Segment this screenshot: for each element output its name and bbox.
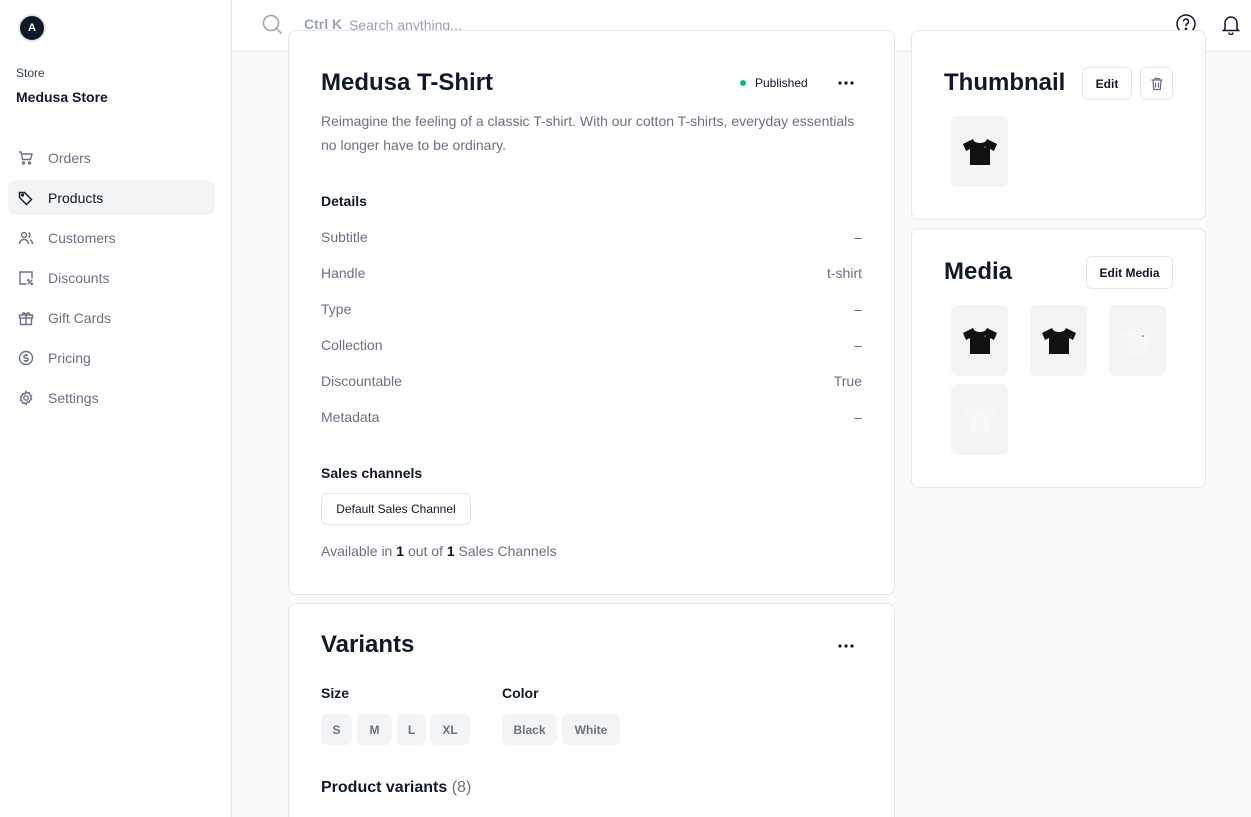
details-title: Details [321, 193, 367, 209]
detail-value: – [854, 301, 862, 317]
product-variants-heading: Product variants (8) [321, 779, 471, 797]
more-actions-button[interactable] [834, 71, 858, 95]
detail-label: Metadata [321, 409, 380, 425]
availability-middle: out of [407, 543, 443, 559]
availability-total: 1 [446, 543, 455, 559]
bell-icon[interactable] [1220, 13, 1242, 35]
availability-prefix: Available in [321, 543, 393, 559]
color-value-black: Black [502, 714, 557, 745]
sidebar-item-label: Discounts [48, 269, 110, 286]
thumbnail-image [951, 116, 1008, 187]
media-image-3[interactable] [1109, 305, 1166, 376]
variants-more-button[interactable] [834, 634, 858, 658]
trash-icon [1151, 77, 1162, 90]
detail-row-discountable: Discountable True [321, 373, 862, 389]
tshirt-black-image [1041, 327, 1076, 354]
detail-value: True [833, 373, 862, 389]
sidebar-item-label: Settings [48, 389, 99, 406]
variants-title: Variants [321, 631, 415, 658]
media-image-2[interactable] [1030, 305, 1087, 376]
color-option-label: Color [502, 685, 539, 701]
status-dot [740, 80, 746, 86]
media-image-1[interactable] [951, 305, 1008, 376]
tag-icon [18, 191, 33, 205]
detail-row-type: Type – [321, 301, 862, 317]
more-horizontal-icon [838, 644, 854, 648]
tshirt-black-image [962, 138, 997, 165]
size-value-xl: XL [430, 714, 470, 745]
tshirt-white-image [1120, 327, 1155, 354]
detail-value: – [854, 229, 862, 245]
status-label: Published [755, 76, 808, 90]
gear-icon [19, 389, 33, 406]
detail-label: Discountable [321, 373, 402, 389]
sidebar-item-gift-cards[interactable]: Gift Cards [8, 300, 215, 335]
sidebar-item-label: Gift Cards [48, 309, 112, 326]
delete-thumbnail-button[interactable] [1140, 67, 1173, 100]
cart-icon [19, 150, 33, 165]
pricing-icon [18, 350, 34, 365]
sidebar-nav: Orders Products Customers Discounts Gift… [8, 140, 215, 420]
detail-value: t-shirt [827, 265, 862, 281]
size-value-l: L [397, 714, 426, 745]
product-description: Reimagine the feeling of a classic T-shi… [321, 113, 855, 153]
availability-suffix: Sales Channels [458, 543, 557, 559]
tshirt-black-image [962, 327, 997, 354]
edit-media-button[interactable]: Edit Media [1086, 256, 1173, 289]
size-value-s: S [321, 714, 352, 745]
sales-channels-availability: Available in 1 out of 1 Sales Channels [321, 543, 557, 559]
sidebar: A Store Medusa Store Orders Products Cus… [0, 0, 232, 817]
thumbnail-card: Thumbnail Edit [911, 30, 1206, 220]
tshirt-white-image [962, 406, 997, 433]
sidebar-item-label: Products [48, 189, 104, 206]
discount-icon [19, 270, 33, 285]
detail-label: Collection [321, 337, 383, 353]
product-variants-label: Product variants [321, 779, 448, 796]
store-label: Store [16, 66, 45, 80]
detail-value: – [854, 337, 862, 353]
sidebar-item-pricing[interactable]: Pricing [8, 340, 215, 375]
detail-row-handle: Handle t-shirt [321, 265, 862, 281]
edit-thumbnail-button[interactable]: Edit [1082, 67, 1132, 100]
detail-label: Type [321, 301, 352, 317]
product-general-card: Medusa T-Shirt Published Reimagine the f… [288, 30, 895, 595]
availability-count: 1 [396, 543, 405, 559]
product-title: Medusa T-Shirt [321, 69, 494, 96]
sidebar-item-label: Pricing [48, 349, 91, 366]
color-value-white: White [562, 714, 620, 745]
sidebar-item-orders[interactable]: Orders [8, 140, 215, 175]
gift-icon [18, 311, 34, 325]
detail-label: Handle [321, 265, 366, 281]
detail-row-collection: Collection – [321, 337, 862, 353]
size-value-m: M [357, 714, 392, 745]
sidebar-item-discounts[interactable]: Discounts [8, 260, 215, 295]
detail-row-subtitle: Subtitle – [321, 229, 862, 245]
sales-channels-title: Sales channels [321, 465, 423, 481]
avatar[interactable]: A [18, 14, 46, 42]
sales-channel-chip[interactable]: Default Sales Channel [321, 493, 471, 525]
sidebar-item-products[interactable]: Products [8, 180, 215, 215]
users-icon [18, 231, 34, 244]
thumbnail-title: Thumbnail [944, 69, 1066, 96]
media-card: Media Edit Media [911, 228, 1206, 488]
sidebar-item-customers[interactable]: Customers [8, 220, 215, 255]
more-horizontal-icon [838, 81, 854, 85]
search-icon [262, 14, 283, 35]
size-option-label: Size [321, 685, 350, 701]
detail-value: – [854, 409, 862, 425]
media-title: Media [944, 258, 1013, 285]
media-image-4[interactable] [951, 384, 1008, 455]
variants-card: Variants Size S M L XL Color Black White… [288, 603, 895, 817]
sidebar-item-settings[interactable]: Settings [8, 380, 215, 415]
detail-row-metadata: Metadata – [321, 409, 862, 425]
status-badge[interactable]: Published [740, 76, 808, 90]
sidebar-item-label: Orders [48, 149, 91, 166]
detail-label: Subtitle [321, 229, 368, 245]
sidebar-item-label: Customers [48, 229, 116, 246]
product-variants-count: (8) [451, 779, 472, 796]
store-name: Medusa Store [16, 89, 108, 105]
